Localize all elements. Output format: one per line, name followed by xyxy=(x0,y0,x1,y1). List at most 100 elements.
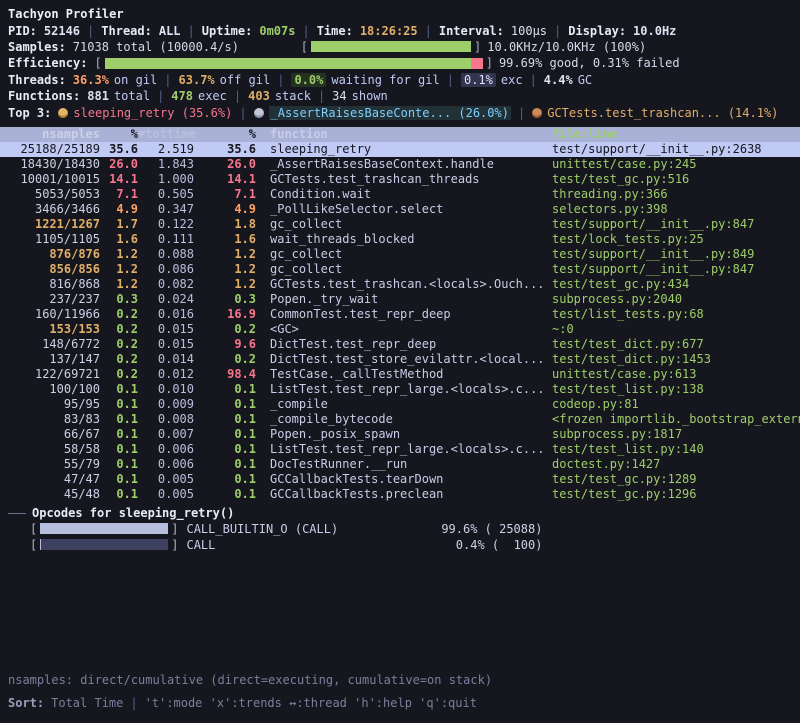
table-row[interactable]: 66/670.10.0070.1Popen._posix_spawnsubpro… xyxy=(0,427,800,442)
tottime-cell: 2.519 xyxy=(138,142,194,157)
pct-direct-cell: 0.2 xyxy=(100,322,138,337)
divider xyxy=(123,696,144,710)
file-line-cell: test/test_list.py:138 xyxy=(546,382,800,397)
table-row[interactable]: 18430/1843026.01.84326.0_AssertRaisesBas… xyxy=(0,157,800,172)
pct-cumulative-cell: 0.2 xyxy=(194,352,256,367)
footer-help-line-1: nsamples: direct/cumulative (direct=exec… xyxy=(0,672,800,688)
pct-cumulative-cell: 0.1 xyxy=(194,472,256,487)
function-cell: gc_collect xyxy=(256,217,546,232)
nsamples-cell: 58/58 xyxy=(0,442,100,457)
table-row[interactable]: 153/1530.20.0150.2<GC>~:0 xyxy=(0,322,800,337)
column-header-nsamples[interactable]: nsamples xyxy=(0,127,100,142)
functions-exec-label: exec xyxy=(198,89,227,103)
divider xyxy=(440,73,461,87)
gold-medal-icon xyxy=(58,108,68,118)
table-row[interactable]: 137/1470.20.0140.2DictTest.test_store_ev… xyxy=(0,352,800,367)
table-row[interactable]: 856/8561.20.0861.2gc_collecttest/support… xyxy=(0,262,800,277)
off-gil-value: 63.7% xyxy=(179,73,215,87)
tottime-cell: 0.024 xyxy=(138,292,194,307)
column-header-pct-direct[interactable]: % xyxy=(100,127,138,142)
gc-label: GC xyxy=(578,73,592,87)
table-row[interactable]: 47/470.10.0050.1GCCallbackTests.tearDown… xyxy=(0,472,800,487)
pct-cumulative-cell: 35.6 xyxy=(194,142,256,157)
separator-line xyxy=(8,513,26,514)
table-row[interactable]: 876/8761.20.0881.2gc_collecttest/support… xyxy=(0,247,800,262)
file-line-cell: test/test_gc.py:1296 xyxy=(546,487,800,502)
efficiency-failed-segment xyxy=(471,58,483,69)
table-row[interactable]: 100/1000.10.0100.1ListTest.test_repr_lar… xyxy=(0,382,800,397)
pct-direct-cell: 0.1 xyxy=(100,487,138,502)
pct-cumulative-cell: 1.8 xyxy=(194,217,256,232)
table-row[interactable]: 5053/50537.10.5057.1Condition.waitthread… xyxy=(0,187,800,202)
table-row[interactable]: 816/8681.20.0821.2GCTests.test_trashcan.… xyxy=(0,277,800,292)
thread-value[interactable]: ALL xyxy=(159,24,181,38)
pct-direct-cell: 1.7 xyxy=(100,217,138,232)
pct-cumulative-cell: 1.2 xyxy=(194,277,256,292)
file-line-cell: test/test_gc.py:1289 xyxy=(546,472,800,487)
file-line-cell: unittest/case.py:245 xyxy=(546,157,800,172)
nsamples-cell: 153/153 xyxy=(0,322,100,337)
top3-line: Top 3: sleeping_retry (35.6%) _AssertRai… xyxy=(0,104,800,120)
nsamples-cell: 137/147 xyxy=(0,352,100,367)
nsamples-cell: 122/69721 xyxy=(0,367,100,382)
opcode-name: CALL_BUILTIN_O (CALL) xyxy=(186,522,426,536)
top3-item-3[interactable]: GCTests.test_trashcan... (14.1%) xyxy=(532,106,778,120)
table-row[interactable]: 237/2370.30.0240.3Popen._try_waitsubproc… xyxy=(0,292,800,307)
table-row[interactable]: 122/697210.20.01298.4TestCase._callTestM… xyxy=(0,367,800,382)
table-row[interactable]: 1105/11051.60.1111.6wait_threads_blocked… xyxy=(0,232,800,247)
opcode-row: CALL_BUILTIN_O (CALL)99.6% ( 25088) xyxy=(0,521,800,537)
efficiency-summary: 99.69% good, 0.31% failed xyxy=(499,56,680,70)
tottime-cell: 0.005 xyxy=(138,472,194,487)
table-row[interactable]: 1221/12671.70.1221.8gc_collecttest/suppo… xyxy=(0,217,800,232)
column-header-file-line[interactable]: file:line xyxy=(546,127,800,142)
column-header-tottime-sorted[interactable]: ▼tottime xyxy=(138,127,194,142)
exc-value: 0.1% xyxy=(461,73,496,87)
column-header-function[interactable]: function xyxy=(256,127,546,142)
divider xyxy=(232,106,253,120)
top3-item-1[interactable]: sleeping_retry (35.6%) xyxy=(58,106,232,120)
table-row[interactable]: 58/580.10.0060.1ListTest.test_repr_large… xyxy=(0,442,800,457)
file-line-cell: test/lock_tests.py:25 xyxy=(546,232,800,247)
thread-label: Thread: xyxy=(101,24,152,38)
pct-cumulative-cell: 26.0 xyxy=(194,157,256,172)
pct-cumulative-cell: 0.1 xyxy=(194,397,256,412)
divider xyxy=(227,89,248,103)
divider xyxy=(270,73,291,87)
pct-cumulative-cell: 1.2 xyxy=(194,262,256,277)
table-row[interactable]: 10001/1001514.11.00014.1GCTests.test_tra… xyxy=(0,172,800,187)
nsamples-cell: 55/79 xyxy=(0,457,100,472)
samples-summary: 71038 total (10000.4/s) xyxy=(73,40,301,54)
divider xyxy=(511,106,532,120)
pct-cumulative-cell: 4.9 xyxy=(194,202,256,217)
functions-total-label: total xyxy=(114,89,150,103)
function-cell: wait_threads_blocked xyxy=(256,232,546,247)
tottime-cell: 0.082 xyxy=(138,277,194,292)
table-row[interactable]: 95/950.10.0090.1_compilecodeop.py:81 xyxy=(0,397,800,412)
table-row[interactable]: 148/67720.20.0159.6DictTest.test_repr_de… xyxy=(0,337,800,352)
tottime-cell: 0.009 xyxy=(138,397,194,412)
exc-label: exc xyxy=(501,73,523,87)
column-header-pct-cumulative[interactable]: % xyxy=(194,127,256,142)
threads-line: Threads: 36.3% on gil 63.7% off gil 0.0%… xyxy=(0,72,800,88)
divider xyxy=(311,89,332,103)
uptime-value: 0m07s xyxy=(259,24,295,38)
table-row[interactable]: 3466/34664.90.3474.9_PollLikeSelector.se… xyxy=(0,202,800,217)
table-row[interactable]: 83/830.10.0080.1_compile_bytecode<frozen… xyxy=(0,412,800,427)
file-line-cell: unittest/case.py:613 xyxy=(546,367,800,382)
efficiency-bar xyxy=(94,56,492,70)
table-row[interactable]: 45/480.10.0050.1GCCallbackTests.preclean… xyxy=(0,487,800,502)
nsamples-cell: 83/83 xyxy=(0,412,100,427)
on-gil-label: on gil xyxy=(114,73,157,87)
tottime-cell: 0.088 xyxy=(138,247,194,262)
table-row[interactable]: 55/790.10.0060.1DocTestRunner.__rundocte… xyxy=(0,457,800,472)
pct-cumulative-cell: 7.1 xyxy=(194,187,256,202)
table-row-selected[interactable]: 25188/2518935.62.51935.6sleeping_retryte… xyxy=(0,142,800,157)
bronze-medal-icon xyxy=(532,108,542,118)
samples-bar xyxy=(301,40,481,54)
top3-item-2[interactable]: _AssertRaisesBaseConte... (26.0%) xyxy=(254,106,511,120)
pct-direct-cell: 0.1 xyxy=(100,427,138,442)
pct-direct-cell: 0.1 xyxy=(100,397,138,412)
samples-bar-fill xyxy=(311,41,471,52)
pct-cumulative-cell: 0.1 xyxy=(194,412,256,427)
table-row[interactable]: 160/119660.20.01616.9CommonTest.test_rep… xyxy=(0,307,800,322)
